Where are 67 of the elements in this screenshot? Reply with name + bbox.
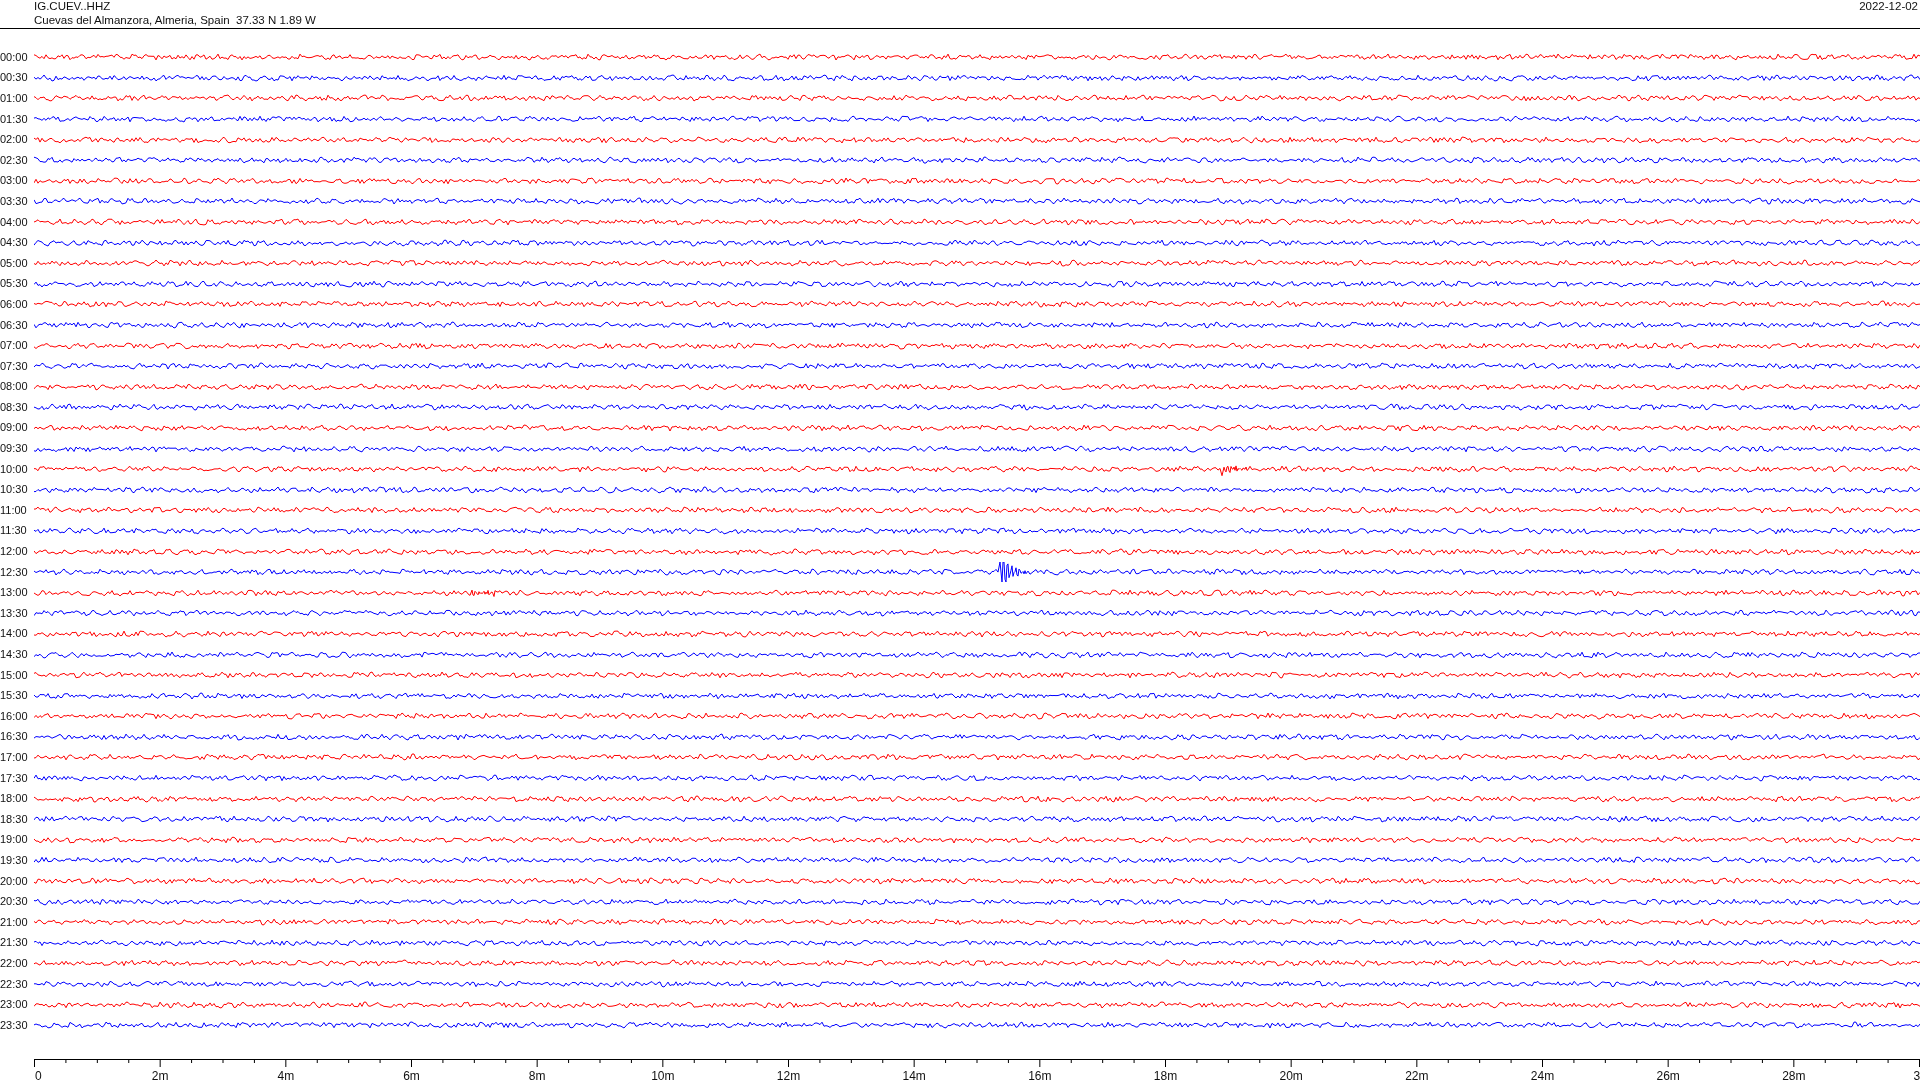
- time-label: 11:00: [0, 503, 28, 517]
- axis-tick-label: 2m: [151, 1068, 168, 1080]
- time-label: 12:00: [0, 545, 29, 559]
- axis-tick-label: 22m: [1404, 1068, 1428, 1080]
- axis-tick-label: 4m: [277, 1068, 294, 1080]
- time-label: 22:30: [0, 977, 29, 991]
- axis-tick-label: 24m: [1530, 1068, 1554, 1080]
- time-label: 21:30: [0, 936, 29, 950]
- axis-tick-label: 20m: [1279, 1068, 1303, 1080]
- axis-tick-label: 26m: [1656, 1068, 1680, 1080]
- axis-tick-label: 6m: [402, 1068, 420, 1080]
- time-label: 09:00: [0, 421, 29, 435]
- time-label: 08:00: [0, 380, 29, 394]
- time-label: 03:30: [0, 194, 29, 208]
- axis-tick-label: 28m: [1781, 1068, 1805, 1080]
- time-label: 02:00: [0, 133, 29, 147]
- time-label: 15:00: [0, 668, 29, 682]
- time-label: 23:30: [0, 1018, 29, 1032]
- time-label: 16:00: [0, 709, 29, 723]
- time-label: 00:30: [0, 71, 29, 85]
- time-label: 20:00: [0, 874, 29, 888]
- time-label: 01:30: [0, 112, 29, 126]
- axis-tick-label: 14m: [902, 1068, 926, 1080]
- time-label: 17:00: [0, 751, 29, 764]
- time-label: 02:30: [0, 153, 29, 167]
- time-label: 18:00: [0, 792, 29, 806]
- time-label: 12:30: [0, 565, 29, 579]
- time-label: 04:30: [0, 236, 29, 250]
- time-label: 10:00: [0, 462, 29, 476]
- time-label: 15:30: [0, 689, 29, 703]
- time-label: 08:30: [0, 400, 29, 414]
- time-label: 00:00: [0, 50, 29, 64]
- time-label: 13:30: [0, 606, 29, 620]
- station-location: Cuevas del Almanzora, Almeria, Spain 37.33 N 1.89 W: [34, 14, 316, 27]
- time-label: 20:30: [0, 895, 29, 909]
- axis-tick-label: 12m: [776, 1068, 800, 1080]
- time-label: 10:30: [0, 483, 29, 497]
- time-label: 19:30: [0, 853, 29, 867]
- axis-tick-label: 16m: [1027, 1068, 1051, 1080]
- time-label: 19:00: [0, 833, 29, 847]
- station-code: IG.CUEV..HHZ: [34, 0, 112, 13]
- time-label: 22:00: [0, 956, 29, 970]
- time-label: 18:30: [0, 812, 29, 826]
- time-label: 05:30: [0, 277, 29, 291]
- time-label: 14:00: [0, 627, 29, 641]
- time-label: 14:30: [0, 648, 29, 661]
- time-label: 03:00: [0, 174, 29, 188]
- time-label: 07:30: [0, 359, 29, 373]
- time-label: 09:30: [0, 442, 29, 456]
- axis-tick-label: 18m: [1153, 1068, 1177, 1080]
- time-label: 17:30: [0, 771, 29, 785]
- time-label: 23:00: [0, 998, 29, 1012]
- time-label: 04:00: [0, 215, 29, 229]
- time-label: 05:00: [0, 256, 29, 270]
- plot-date: 2022-12-02: [1859, 0, 1918, 13]
- time-label: 21:00: [0, 915, 29, 929]
- axis-tick-label: 0: [34, 1068, 42, 1080]
- time-label: 01:00: [0, 92, 29, 105]
- axis-tick-label: 8m: [528, 1068, 545, 1080]
- time-label: 11:30: [0, 524, 28, 538]
- axis-tick-label: 3: [1913, 1068, 1920, 1080]
- time-label: 06:00: [0, 297, 29, 311]
- time-label: 16:30: [0, 730, 29, 744]
- time-label: 07:00: [0, 339, 29, 353]
- axis-tick-label: 10m: [650, 1068, 674, 1080]
- time-label: 06:30: [0, 318, 29, 332]
- time-label: 13:00: [0, 586, 29, 600]
